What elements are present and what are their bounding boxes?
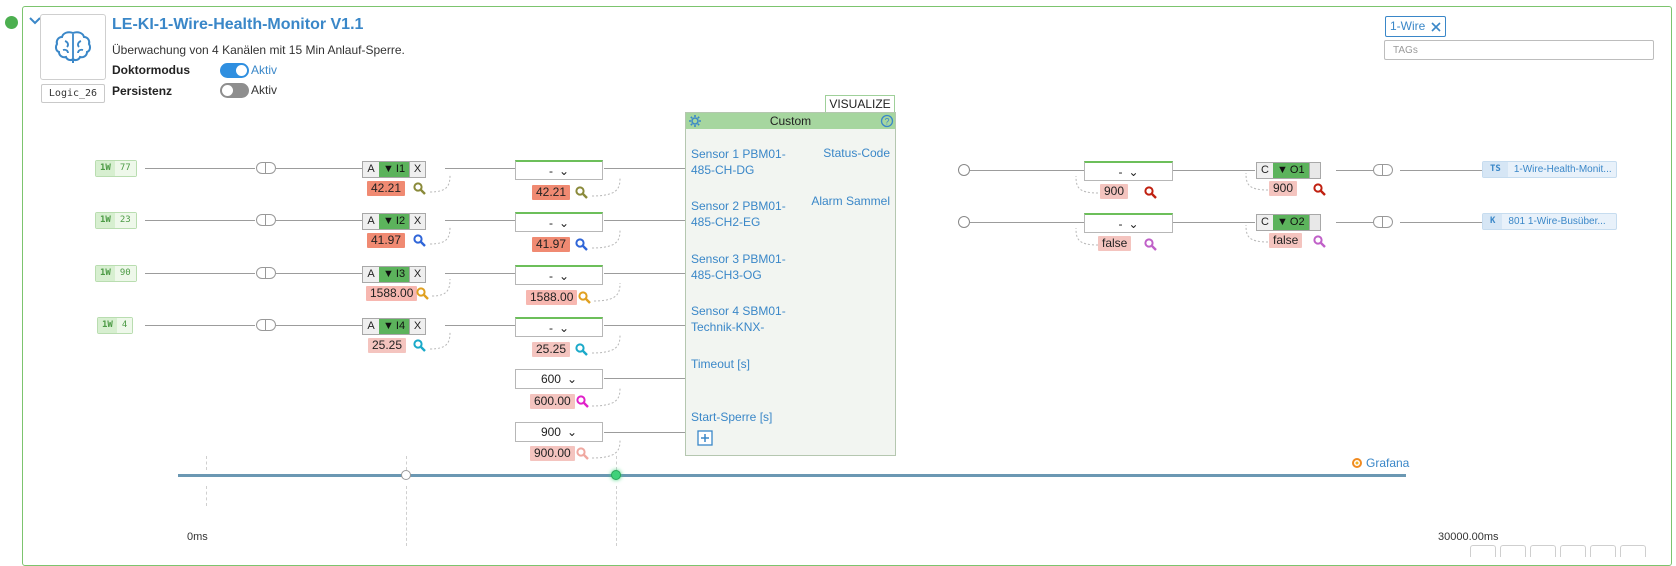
input-label-sensor-1: Sensor 1 PBM01-485-CH-DG: [691, 147, 786, 177]
block-title: Custom: [686, 113, 895, 129]
magnifier-icon[interactable]: [1313, 183, 1326, 196]
toolbar-button[interactable]: [1590, 545, 1616, 557]
grafana-link[interactable]: Grafana: [1351, 456, 1409, 470]
wire: [970, 222, 1084, 223]
output-value: false: [1098, 236, 1132, 251]
visualize-button[interactable]: VISUALIZE: [825, 95, 895, 113]
output-port[interactable]: [958, 216, 970, 228]
input-label-start-sperre: Start-Sperre [s]: [691, 410, 773, 424]
output-filter-group[interactable]: C ▼ O1: [1256, 162, 1321, 179]
output-switch[interactable]: [1373, 164, 1393, 176]
wire: [970, 170, 1084, 171]
output-filter-value: 900: [1269, 181, 1298, 196]
custom-block[interactable]: Custom ? Sensor 1 PBM01-485-CH-DG Sensor…: [685, 112, 896, 456]
output-port[interactable]: [958, 164, 970, 176]
chevron-down-icon: ⌄: [1128, 164, 1139, 179]
grafana-label: Grafana: [1366, 456, 1410, 470]
input-label-timeout: Timeout [s]: [691, 357, 750, 371]
output-label-status-code: Status-Code: [823, 146, 890, 160]
input-label-sensor-3: Sensor 3 PBM01-485-CH3-OG: [691, 252, 786, 282]
output-switch[interactable]: [1373, 216, 1393, 228]
gear-icon[interactable]: [688, 114, 702, 128]
help-icon[interactable]: ?: [880, 114, 894, 128]
toolbar-button[interactable]: [1560, 545, 1586, 557]
output-filter-value: false: [1269, 233, 1303, 248]
output-filter-group[interactable]: C ▼ O2: [1256, 214, 1321, 231]
add-input-icon[interactable]: [697, 430, 713, 446]
output-destination[interactable]: TS 1-Wire-Health-Monit...: [1482, 161, 1617, 178]
filter-icon: ▼: [1277, 216, 1288, 228]
grafana-icon: [1352, 458, 1362, 468]
wire: [1400, 222, 1482, 223]
timeline-track[interactable]: [178, 474, 1406, 477]
timeline-marker-active[interactable]: [611, 470, 621, 480]
toolbar-button[interactable]: [1500, 545, 1526, 557]
input-label-sensor-4: Sensor 4 SBM01-Technik-KNX-: [691, 304, 786, 334]
timeline-end-label: 30000.00ms: [1438, 531, 1499, 543]
chevron-down-icon: ⌄: [1128, 216, 1139, 231]
toolbar-button[interactable]: [1620, 545, 1646, 557]
input-label-sensor-2: Sensor 2 PBM01-485-CH2-EG: [691, 199, 786, 229]
magnifier-icon[interactable]: [1313, 235, 1326, 248]
magnifier-icon[interactable]: [1144, 238, 1157, 251]
wire: [1173, 170, 1255, 171]
wire: [1400, 170, 1482, 171]
magnifier-icon[interactable]: [1144, 186, 1157, 199]
svg-text:?: ?: [884, 117, 889, 127]
timeline-marker[interactable]: [401, 470, 411, 480]
wire: [1173, 222, 1255, 223]
output-label-alarm-sammel: Alarm Sammel: [811, 194, 890, 208]
output-dropdown[interactable]: - ⌄: [1084, 161, 1173, 181]
timeline-start-label: 0ms: [187, 531, 208, 543]
filter-icon: ▼: [1277, 164, 1288, 176]
output-destination[interactable]: K 801 1-Wire-Busüber...: [1482, 213, 1617, 230]
toolbar-button[interactable]: [1530, 545, 1556, 557]
output-dropdown[interactable]: - ⌄: [1084, 213, 1173, 233]
output-value: 900: [1100, 184, 1129, 199]
toolbar-button[interactable]: [1470, 545, 1496, 557]
